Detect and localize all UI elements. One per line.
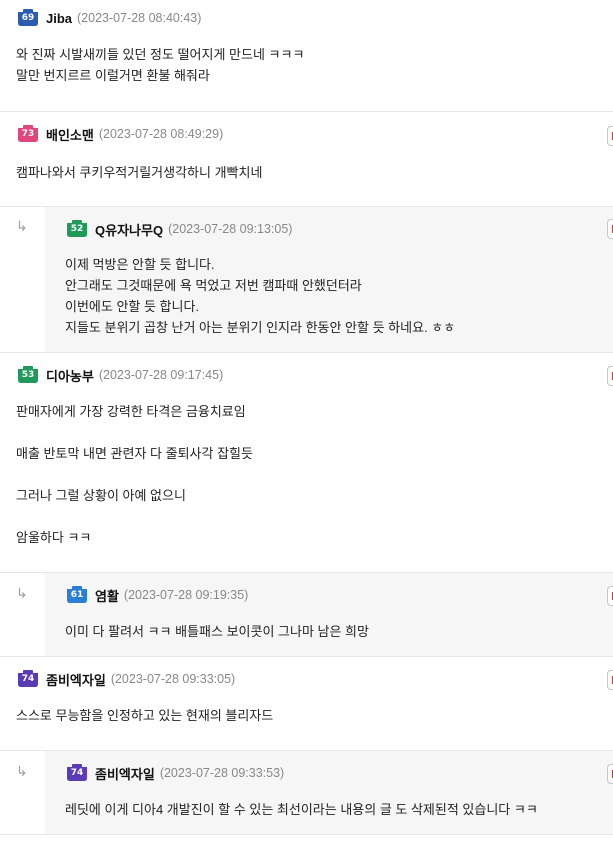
comment-meta: 74 좀비엑자일 (2023-07-28 09:33:05) — [16, 669, 235, 689]
author-nickname[interactable]: 좀비엑자일 — [95, 764, 155, 783]
reply-comment: ↳ 74 좀비엑자일 (2023-07-28 09:33:53) 레딧에 이게 … — [0, 751, 613, 835]
comment-body: 이미 다 팔려서 ㅋㅋ 배틀패스 보이콧이 그나마 남은 희망 — [65, 621, 369, 642]
level-badge-icon: 74 — [65, 763, 89, 783]
level-number: 69 — [21, 13, 35, 23]
author-nickname[interactable]: 디아농부 — [46, 366, 94, 385]
comment: 53 디아농부 (2023-07-28 09:17:45) 판매자에게 가장 강… — [0, 353, 613, 573]
reply-comment: ↳ 52 Q유자나무Q (2023-07-28 09:13:05) 이제 먹방은… — [0, 207, 613, 353]
comment-body: 이제 먹방은 안할 듯 합니다. 안그래도 그것때문에 욕 먹었고 저번 캠파때… — [65, 254, 455, 338]
author-nickname[interactable]: 염활 — [95, 586, 119, 605]
comment-line: 캠파나와서 쿠키우적거릴거생각하니 개빡치네 — [16, 165, 263, 180]
comment-timestamp: (2023-07-28 09:13:05) — [168, 222, 293, 236]
comment-meta: 61 염활 (2023-07-28 09:19:35) — [65, 585, 248, 605]
comment-timestamp: (2023-07-28 08:49:29) — [98, 127, 224, 141]
comment-meta: 53 디아농부 (2023-07-28 09:17:45) — [16, 365, 223, 385]
comment: 69 Jiba (2023-07-28 08:40:43) 와 진짜 시발새끼들… — [0, 0, 613, 112]
level-number: 53 — [21, 370, 35, 380]
author-nickname[interactable]: Q유자나무Q — [95, 220, 163, 239]
report-button[interactable] — [607, 219, 613, 239]
comment-meta: 73 배인소맨 (2023-07-28 08:49:29) — [16, 124, 223, 144]
level-badge-icon: 52 — [65, 219, 89, 239]
comment-line: 말만 번지르르 이럴거면 환불 해줘라 — [16, 68, 210, 83]
comment-meta: 52 Q유자나무Q (2023-07-28 09:13:05) — [65, 219, 292, 239]
comment-timestamp: (2023-07-28 09:17:45) — [98, 368, 224, 382]
comment-body: 레딧에 이게 디아4 개발진이 할 수 있는 최선이라는 내용의 글 도 삭제된… — [65, 799, 538, 820]
comment-timestamp: (2023-07-28 09:33:53) — [159, 766, 285, 780]
level-number: 61 — [70, 590, 84, 600]
comment-meta: 69 Jiba (2023-07-28 08:40:43) — [16, 8, 201, 28]
reply-arrow-icon: ↳ — [16, 764, 28, 780]
comment-body: 와 진짜 시발새끼들 있던 정도 떨어지게 만드네 ㅋㅋㅋ 말만 번지르르 이럴… — [16, 44, 304, 86]
comment-line: 매출 반토막 내면 관련자 다 줄퇴사각 잡힐듯 — [16, 446, 253, 461]
report-button[interactable] — [607, 126, 613, 146]
report-button[interactable] — [607, 764, 613, 784]
comment-line: 와 진짜 시발새끼들 있던 정도 떨어지게 만드네 ㅋㅋㅋ — [16, 47, 305, 62]
comment-line: 이번에도 안할 듯 합니다. — [65, 299, 200, 314]
report-button[interactable] — [607, 586, 613, 606]
comment-body: 스스로 무능함을 인정하고 있는 현재의 블리자드 — [16, 705, 273, 726]
reply-arrow-icon: ↳ — [16, 219, 28, 235]
level-badge-icon: 73 — [16, 124, 40, 144]
level-number: 73 — [21, 129, 35, 139]
report-button[interactable] — [607, 670, 613, 690]
level-number: 52 — [70, 224, 84, 234]
comment-line: 스스로 무능함을 인정하고 있는 현재의 블리자드 — [16, 708, 274, 723]
comment-timestamp: (2023-07-28 09:33:05) — [110, 672, 236, 686]
report-button[interactable] — [607, 366, 613, 386]
comment-list: 69 Jiba (2023-07-28 08:40:43) 와 진짜 시발새끼들… — [0, 0, 613, 862]
reply-comment: ↳ 61 염활 (2023-07-28 09:19:35) 이미 다 팔려서 ㅋ… — [0, 573, 613, 657]
comment-line: 지들도 분위기 곱창 난거 아는 분위기 인지라 한동안 안할 듯 하네요. ㅎ… — [65, 320, 456, 335]
comment-line: 이미 다 팔려서 ㅋㅋ 배틀패스 보이콧이 그나마 남은 희망 — [65, 624, 369, 639]
comment-line: 판매자에게 가장 강력한 타격은 금융치료임 — [16, 404, 246, 419]
author-nickname[interactable]: Jiba — [46, 11, 72, 26]
level-badge-icon: 69 — [16, 8, 40, 28]
comment: 73 배인소맨 (2023-07-28 08:49:29) 캠파나와서 쿠키우적… — [0, 112, 613, 207]
comment-meta: 74 좀비엑자일 (2023-07-28 09:33:53) — [65, 763, 284, 783]
comment-line: 안그래도 그것때문에 욕 먹었고 저번 캠파때 안했던터라 — [65, 278, 362, 293]
comment-body: 캠파나와서 쿠키우적거릴거생각하니 개빡치네 — [16, 162, 262, 183]
level-badge-icon: 61 — [65, 585, 89, 605]
comment-line: 그러나 그럴 상황이 아예 없으니 — [16, 488, 186, 503]
reply-arrow-icon: ↳ — [16, 586, 28, 602]
comment-timestamp: (2023-07-28 09:19:35) — [123, 588, 249, 602]
comment-line: 레딧에 이게 디아4 개발진이 할 수 있는 최선이라는 내용의 글 도 삭제된… — [65, 802, 538, 817]
level-badge-icon: 53 — [16, 365, 40, 385]
level-number: 74 — [21, 674, 35, 684]
level-number: 74 — [70, 768, 84, 778]
level-badge-icon: 74 — [16, 669, 40, 689]
comment-body: 판매자에게 가장 강력한 타격은 금융치료임 매출 반토막 내면 관련자 다 줄… — [16, 401, 253, 548]
author-nickname[interactable]: 좀비엑자일 — [46, 670, 106, 689]
comment: 74 좀비엑자일 (2023-07-28 09:33:05) 스스로 무능함을 … — [0, 657, 613, 751]
comment-line: 이제 먹방은 안할 듯 합니다. — [65, 257, 215, 272]
comment-line: 암울하다 ㅋㅋ — [16, 530, 92, 545]
author-nickname[interactable]: 배인소맨 — [46, 125, 94, 144]
comment-timestamp: (2023-07-28 08:40:43) — [77, 11, 202, 25]
